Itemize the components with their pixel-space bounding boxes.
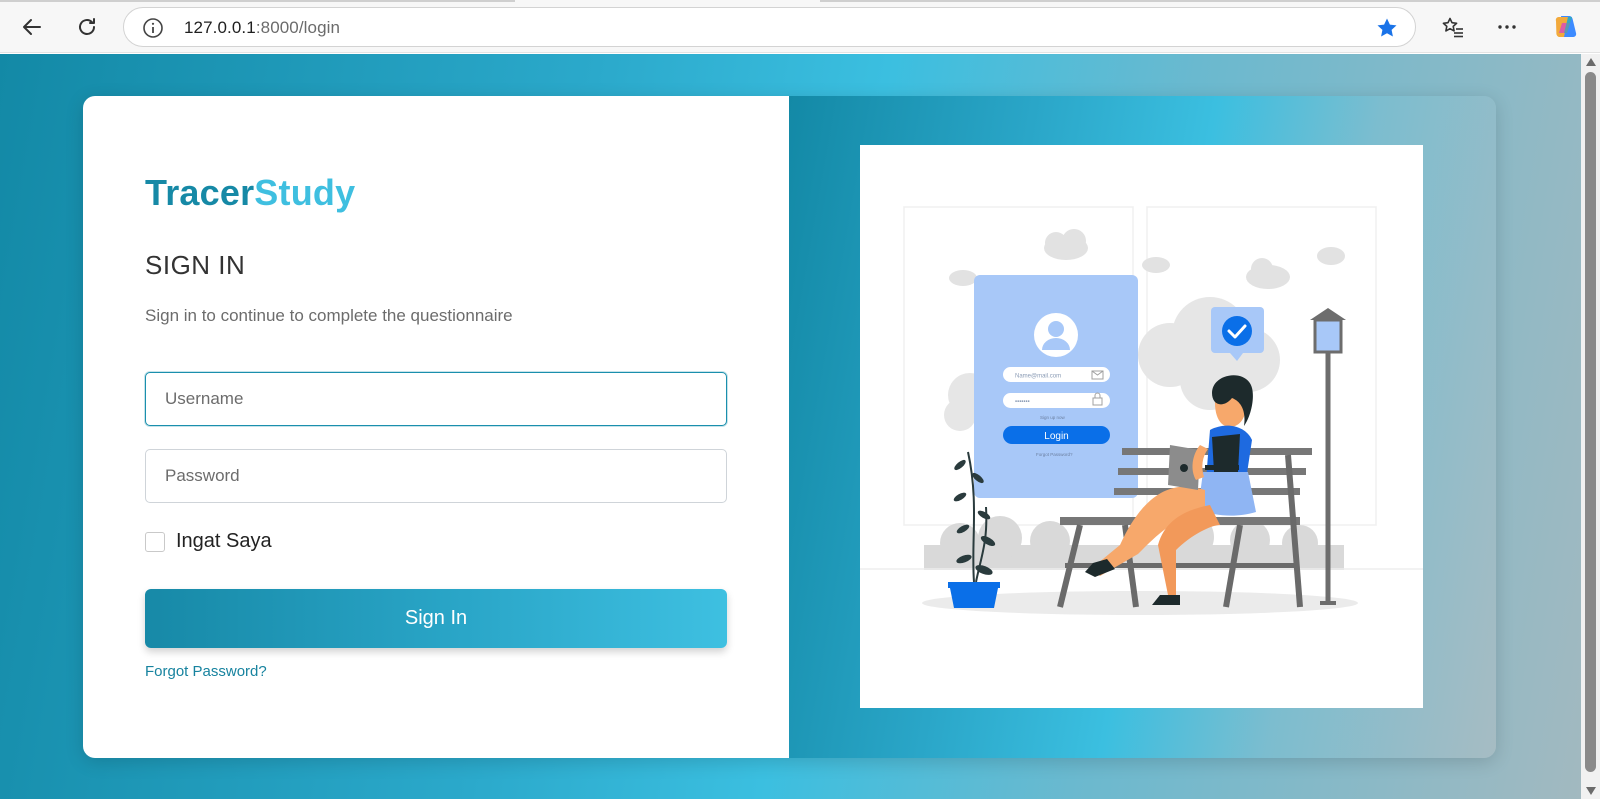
sign-in-button[interactable]: Sign In xyxy=(145,589,727,648)
brand-logo-part2: Study xyxy=(254,172,356,213)
login-card: TracerStudy SIGN IN Sign in to continue … xyxy=(83,96,1496,758)
address-bar[interactable]: 127.0.0.1:8000/login xyxy=(123,7,1416,47)
refresh-button[interactable] xyxy=(69,9,105,45)
login-form-panel: TracerStudy SIGN IN Sign in to continue … xyxy=(83,96,789,758)
illustration-graphic: Name@mail.com ••••••• Sign up now Login … xyxy=(860,206,1423,615)
more-dots-icon xyxy=(1498,25,1516,29)
login-card-graphic xyxy=(974,275,1138,498)
woman-belt-shape xyxy=(1205,465,1239,470)
username-input[interactable] xyxy=(145,372,727,426)
copilot-button[interactable] xyxy=(1549,10,1583,44)
favorites-button[interactable] xyxy=(1436,10,1470,44)
login-illustration: Name@mail.com ••••••• Sign up now Login … xyxy=(860,145,1423,708)
page-subtitle: Sign in to continue to complete the ques… xyxy=(145,306,513,325)
more-options-button[interactable] xyxy=(1490,10,1524,44)
remember-me-checkbox[interactable] xyxy=(145,531,165,552)
back-button[interactable] xyxy=(14,9,50,45)
scroll-up-icon[interactable] xyxy=(1586,58,1596,66)
refresh-icon xyxy=(79,18,95,35)
tablet-logo-shape xyxy=(1180,464,1188,472)
brand-logo-part1: Tracer xyxy=(145,172,255,213)
browser-toolbar: 127.0.0.1:8000/login xyxy=(0,0,1600,53)
email-field-text: Name@mail.com xyxy=(1015,374,1061,380)
illustration-panel: Name@mail.com ••••••• Sign up now Login … xyxy=(789,96,1496,758)
scrollbar-thumb[interactable] xyxy=(1585,72,1596,772)
avatar-head-shape xyxy=(1048,321,1064,337)
back-arrow-icon xyxy=(23,19,41,35)
plant-pot xyxy=(950,588,998,608)
password-field-text: ••••••• xyxy=(1015,400,1030,406)
login-button-text: Login xyxy=(1044,431,1068,442)
copilot-icon xyxy=(1555,16,1577,37)
page-background: TracerStudy SIGN IN Sign in to continue … xyxy=(0,54,1581,799)
remember-me-label[interactable]: Ingat Saya xyxy=(176,530,272,553)
url-host: 127.0.0.1 xyxy=(184,18,256,37)
page-title: SIGN IN xyxy=(145,250,246,280)
forgot-password-link[interactable]: Forgot Password? xyxy=(145,663,267,680)
favorite-star-icon[interactable] xyxy=(1375,16,1399,40)
site-info-icon[interactable] xyxy=(142,17,164,39)
checkmark-icon xyxy=(1222,316,1252,346)
favorites-list-icon xyxy=(1442,17,1463,38)
lamp-icon xyxy=(1313,318,1343,354)
vertical-scrollbar[interactable] xyxy=(1581,54,1600,799)
signup-text: Sign up now xyxy=(1040,415,1066,420)
scroll-down-icon[interactable] xyxy=(1586,787,1596,795)
forgot-text: Forgot Password? xyxy=(1036,452,1073,457)
remember-me[interactable]: Ingat Saya xyxy=(145,530,272,553)
brand-logo: TracerStudy xyxy=(145,172,355,214)
url-text: 127.0.0.1:8000/login xyxy=(184,18,340,38)
lamp-post-base xyxy=(1320,601,1336,605)
url-path: :8000/login xyxy=(255,18,341,37)
password-input[interactable] xyxy=(145,449,727,503)
tab-strip-edge xyxy=(0,0,515,2)
lamp-post-top xyxy=(1310,308,1346,320)
plant-pot-rim xyxy=(948,582,1000,588)
tab-strip-edge xyxy=(820,0,1600,2)
